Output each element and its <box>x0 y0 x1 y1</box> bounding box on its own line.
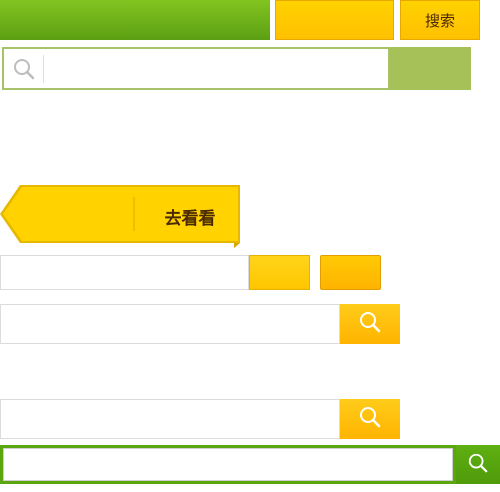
search-button[interactable] <box>340 399 400 439</box>
search-icon <box>358 310 382 338</box>
text-input[interactable] <box>0 255 252 291</box>
text-input-field[interactable] <box>1 256 252 291</box>
search-input[interactable] <box>1 305 343 345</box>
tag-label: 去看看 <box>164 208 216 229</box>
yellow-button[interactable] <box>249 255 310 290</box>
search-input[interactable] <box>1 400 343 440</box>
search-field-with-icon[interactable] <box>2 47 390 90</box>
green-search-box[interactable] <box>0 445 456 484</box>
icon-separator <box>43 55 44 83</box>
search-input-box[interactable] <box>0 304 343 345</box>
search-button[interactable]: 搜索 <box>400 0 480 40</box>
search-input-box[interactable] <box>0 399 343 440</box>
green-banner-bar <box>0 0 270 40</box>
yellow-button[interactable] <box>275 0 394 40</box>
go-see-tag-button[interactable]: 去看看 <box>0 185 242 248</box>
search-button[interactable] <box>340 304 400 344</box>
search-icon <box>12 57 36 81</box>
orange-button[interactable] <box>320 255 381 290</box>
search-icon <box>358 405 382 433</box>
search-input[interactable] <box>46 49 390 90</box>
search-icon <box>467 452 489 478</box>
search-button[interactable] <box>456 445 500 484</box>
search-button-label: 搜索 <box>424 11 455 30</box>
search-input[interactable] <box>3 448 453 481</box>
search-submit-button[interactable] <box>390 47 471 90</box>
